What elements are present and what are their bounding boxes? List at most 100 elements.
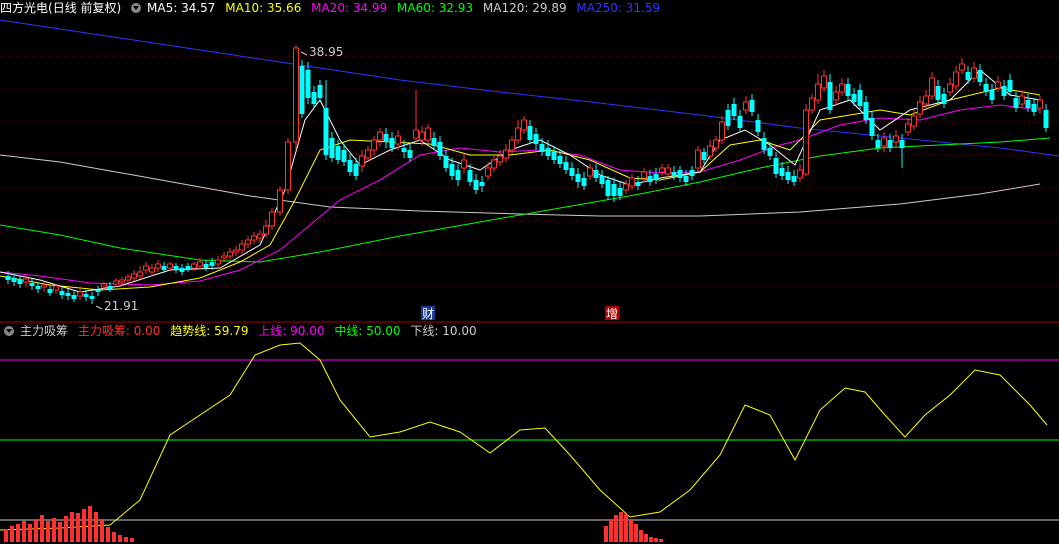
high-price-label: 38.95 bbox=[309, 45, 343, 59]
candle-body bbox=[59, 291, 65, 295]
candle-body bbox=[791, 176, 797, 182]
candle-body bbox=[203, 264, 209, 268]
candle-body bbox=[599, 176, 605, 184]
candle-body bbox=[431, 138, 437, 146]
candle-body bbox=[389, 138, 395, 148]
candle-body bbox=[977, 70, 983, 82]
candle-body bbox=[491, 159, 497, 169]
candle-body bbox=[23, 278, 29, 283]
accumulation-bar bbox=[629, 519, 633, 542]
indicator-name[interactable]: 主力吸筹 bbox=[20, 324, 68, 338]
candle-body bbox=[143, 265, 149, 271]
accumulation-bar bbox=[649, 537, 653, 542]
candle-body bbox=[77, 291, 83, 297]
chart-menu-icon[interactable] bbox=[131, 3, 142, 13]
accumulation-bar bbox=[112, 532, 116, 542]
candlestick bbox=[407, 144, 413, 162]
candle-body bbox=[521, 119, 527, 131]
candlestick bbox=[695, 146, 701, 172]
candlestick bbox=[285, 138, 291, 194]
candle-body bbox=[5, 276, 11, 280]
accumulation-bar bbox=[659, 539, 663, 542]
candle-body bbox=[47, 289, 53, 293]
candlestick bbox=[245, 236, 251, 248]
event-marker-increase[interactable]: 增 bbox=[605, 306, 619, 321]
candle-body bbox=[617, 188, 623, 196]
candlestick bbox=[293, 45, 299, 150]
candlestick bbox=[851, 88, 857, 106]
candlestick bbox=[491, 156, 497, 172]
candle-body bbox=[749, 100, 755, 112]
candlestick bbox=[527, 120, 533, 144]
candlestick bbox=[53, 284, 59, 294]
candle-body bbox=[185, 266, 191, 270]
candle-body bbox=[605, 180, 611, 196]
accumulation-bar bbox=[639, 530, 643, 542]
accumulation-bar bbox=[644, 534, 648, 542]
candlestick bbox=[311, 86, 317, 108]
candlestick bbox=[989, 84, 995, 104]
candle-body bbox=[29, 283, 35, 286]
ma250-label: MA250: 31.59 bbox=[576, 1, 661, 15]
candlestick bbox=[125, 274, 131, 283]
candlestick bbox=[551, 146, 557, 164]
candle-body bbox=[467, 170, 473, 182]
candlestick bbox=[203, 260, 209, 271]
candle-body bbox=[443, 156, 449, 168]
ma10-label: MA10: 35.66 bbox=[225, 1, 302, 15]
adjust-mode[interactable]: (日线 前复权) bbox=[48, 1, 121, 15]
candle-body bbox=[731, 104, 737, 116]
candle-body bbox=[95, 290, 101, 292]
candle-body bbox=[239, 243, 245, 251]
candlestick bbox=[575, 168, 581, 188]
candlestick bbox=[515, 120, 521, 144]
accumulation-bar bbox=[4, 529, 8, 542]
candlestick bbox=[17, 276, 23, 288]
candlestick bbox=[1043, 104, 1049, 132]
candle-body bbox=[65, 293, 71, 296]
candle-body bbox=[869, 118, 875, 136]
candlestick bbox=[581, 172, 587, 190]
stock-title[interactable]: 四方光电 bbox=[0, 1, 48, 15]
candle-body bbox=[623, 183, 629, 191]
candlestick bbox=[767, 142, 773, 160]
accumulation-bar bbox=[70, 512, 74, 542]
candle-body bbox=[905, 123, 911, 133]
candle-body bbox=[653, 174, 659, 180]
candlestick bbox=[233, 246, 239, 256]
candlestick bbox=[533, 128, 539, 150]
candlestick bbox=[629, 174, 635, 190]
candle-body bbox=[953, 71, 959, 87]
candlestick bbox=[485, 162, 491, 180]
candle-body bbox=[341, 150, 347, 162]
candle-body bbox=[89, 296, 95, 299]
candlestick bbox=[173, 263, 179, 273]
candlestick bbox=[239, 240, 245, 254]
candle-body bbox=[35, 286, 41, 289]
event-marker-finance[interactable]: 财 bbox=[421, 306, 435, 321]
candle-body bbox=[821, 75, 827, 89]
candlestick bbox=[833, 86, 839, 106]
candle-body bbox=[299, 66, 305, 114]
candlestick bbox=[599, 170, 605, 188]
candle-body bbox=[899, 140, 905, 148]
accumulation-bar bbox=[76, 513, 80, 542]
candle-body bbox=[647, 176, 653, 182]
candle-body bbox=[233, 249, 239, 253]
candlestick bbox=[731, 98, 737, 120]
accumulation-bar bbox=[88, 506, 92, 542]
candlestick bbox=[299, 60, 305, 118]
candle-body bbox=[677, 170, 683, 178]
candlestick bbox=[863, 96, 869, 124]
candle-body bbox=[497, 155, 503, 163]
candle-body bbox=[461, 159, 467, 169]
indicator-menu-icon[interactable] bbox=[4, 326, 14, 336]
price-chart[interactable]: 38.95 21.91 财 增 bbox=[0, 0, 1059, 544]
candlestick bbox=[473, 174, 479, 194]
candle-body bbox=[173, 266, 179, 270]
candle-body bbox=[527, 126, 533, 140]
accumulation-bar bbox=[130, 538, 134, 542]
candlestick bbox=[971, 62, 977, 82]
candlestick bbox=[1019, 90, 1025, 108]
candlestick bbox=[1013, 92, 1019, 112]
